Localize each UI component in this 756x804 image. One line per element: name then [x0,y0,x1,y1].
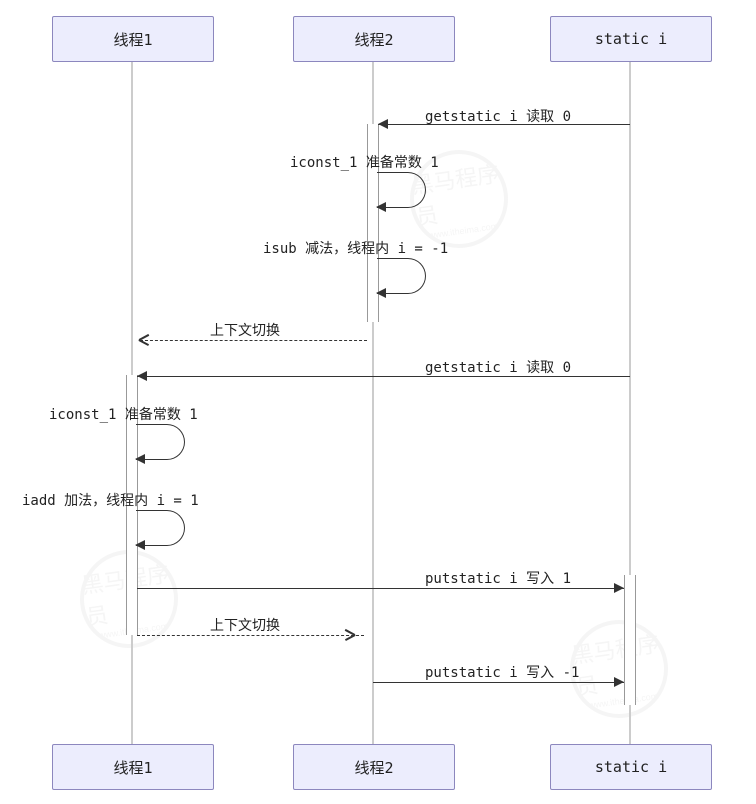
participant-label: static i [595,30,667,48]
self-loop [136,424,185,460]
message-label: iconst_1 准备常数 1 [49,404,198,424]
message-label: isub 减法，线程内 i = -1 [263,238,448,258]
message-label: getstatic i 读取 0 [425,357,571,377]
participant-label: 线程1 [113,29,152,50]
watermark: 黑马程序员www.itheima.com [564,614,675,725]
arrowhead-icon [376,202,386,212]
message-arrow [137,588,624,589]
self-loop [377,258,426,294]
message-arrow-dashed [140,340,367,341]
arrowhead-icon [135,540,145,550]
participant-label: static i [595,758,667,776]
message-label: putstatic i 写入 1 [425,568,571,588]
message-arrow-dashed [137,635,364,636]
participant-label: 线程1 [113,757,152,778]
message-label: iconst_1 准备常数 1 [290,152,439,172]
participant-thread2-top: 线程2 [293,16,455,62]
self-loop [136,510,185,546]
arrowhead-icon [137,371,147,381]
participant-label: 线程2 [354,757,393,778]
arrowhead-icon [135,454,145,464]
participant-static-i-top: static i [550,16,712,62]
message-arrow [373,682,624,683]
arrowhead-icon [376,288,386,298]
message-arrow [378,124,630,125]
sequence-diagram: 黑马程序员www.itheima.com 黑马程序员www.itheima.co… [0,0,756,804]
message-label: 上下文切换 [210,320,280,340]
participant-thread1-top: 线程1 [52,16,214,62]
activation-static-i [624,575,636,705]
arrowhead-icon [378,119,388,129]
participant-thread1-bottom: 线程1 [52,744,214,790]
message-label: iadd 加法，线程内 i = 1 [22,490,199,510]
message-label: getstatic i 读取 0 [425,106,571,126]
participant-thread2-bottom: 线程2 [293,744,455,790]
message-label: 上下文切换 [210,615,280,635]
participant-static-i-bottom: static i [550,744,712,790]
arrowhead-icon [614,583,624,593]
self-loop [377,172,426,208]
message-label: putstatic i 写入 -1 [425,662,579,682]
message-arrow [137,376,630,377]
participant-label: 线程2 [354,29,393,50]
arrowhead-icon [614,677,624,687]
